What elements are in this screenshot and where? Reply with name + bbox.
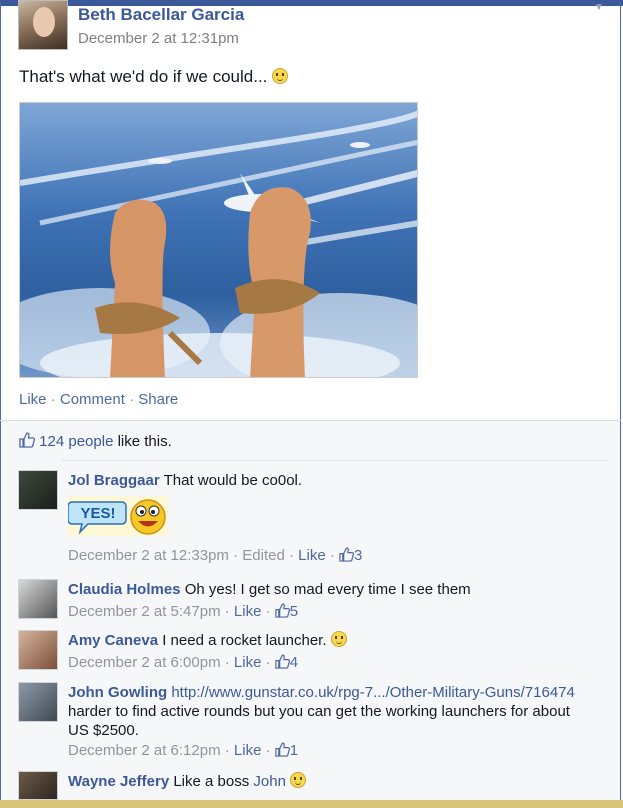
comment-text: Oh yes! I get so mad every time I see th… bbox=[184, 581, 471, 598]
comment-like-link[interactable]: Like bbox=[234, 654, 262, 671]
separator: · bbox=[50, 391, 56, 408]
comment-text: harder to find active rounds but you can… bbox=[68, 703, 570, 739]
thumbs-up-icon bbox=[275, 742, 290, 757]
comment-like-count[interactable]: 1 bbox=[290, 742, 298, 759]
comment-link[interactable]: Comment bbox=[60, 391, 125, 408]
author-avatar[interactable] bbox=[18, 0, 68, 50]
share-link[interactable]: Share bbox=[138, 391, 178, 408]
comment-text: I need a rocket launcher. bbox=[162, 632, 327, 649]
commenter-avatar[interactable] bbox=[18, 470, 58, 510]
commenter-avatar[interactable] bbox=[18, 682, 58, 722]
comment-like-link[interactable]: Like bbox=[298, 547, 326, 564]
commenter-avatar[interactable] bbox=[18, 771, 58, 800]
thumbs-up-icon bbox=[275, 603, 290, 618]
comment-text: That would be co0ol. bbox=[163, 472, 303, 489]
comment-like-link[interactable]: Like bbox=[234, 742, 262, 759]
commenter-name[interactable]: Claudia Holmes bbox=[68, 581, 181, 598]
commenter-name[interactable]: Wayne Jeffery bbox=[68, 773, 169, 790]
separator: · bbox=[129, 391, 135, 408]
svg-text:YES!: YES! bbox=[80, 505, 115, 522]
divider bbox=[62, 460, 607, 461]
smile-emoji-icon bbox=[290, 772, 307, 788]
comment-like-count[interactable]: 4 bbox=[290, 654, 298, 671]
likes-suffix: like this. bbox=[117, 433, 172, 450]
comment-time[interactable]: December 2 at 6:12pm bbox=[68, 742, 221, 759]
thumbs-up-icon bbox=[19, 432, 35, 448]
bottom-border bbox=[0, 800, 623, 808]
commenter-name[interactable]: John Gowling bbox=[68, 684, 167, 701]
commenter-name[interactable]: Jol Braggaar bbox=[68, 472, 160, 489]
mention-link[interactable]: John bbox=[253, 773, 286, 790]
yes-sticker-icon: YES! bbox=[68, 496, 168, 536]
comment-time[interactable]: December 2 at 5:47pm bbox=[68, 603, 221, 620]
comment-like-count[interactable]: 5 bbox=[290, 603, 298, 620]
thumbs-up-icon bbox=[275, 654, 290, 669]
comment-like-count[interactable]: 3 bbox=[354, 547, 362, 564]
comment-time[interactable]: December 2 at 6:00pm bbox=[68, 654, 221, 671]
comment-like-link[interactable]: Like bbox=[234, 603, 262, 620]
comment-url-link[interactable]: http://www.gunstar.co.uk/rpg-7.../Other-… bbox=[171, 684, 575, 701]
likes-summary: 124 people like this. bbox=[19, 432, 172, 450]
edited-label[interactable]: Edited bbox=[242, 547, 285, 564]
likes-count-link[interactable]: 124 people bbox=[39, 433, 113, 450]
frown-emoji-icon bbox=[272, 68, 289, 84]
commenter-avatar[interactable] bbox=[18, 630, 58, 670]
post-photo[interactable] bbox=[19, 102, 418, 378]
thumbs-up-icon bbox=[339, 547, 355, 562]
like-link[interactable]: Like bbox=[19, 391, 47, 408]
post-actions: Like · Comment · Share bbox=[19, 391, 178, 408]
post-author[interactable]: Beth Bacellar Garcia bbox=[78, 5, 244, 25]
post-timestamp[interactable]: December 2 at 12:31pm bbox=[78, 30, 239, 47]
post-text: That's what we'd do if we could... bbox=[19, 67, 289, 87]
post-text-content: That's what we'd do if we could... bbox=[19, 67, 268, 86]
chevron-down-icon[interactable]: ▼ bbox=[594, 2, 604, 13]
smile-emoji-icon bbox=[330, 631, 347, 647]
commenter-name[interactable]: Amy Caneva bbox=[68, 632, 158, 649]
commenter-avatar[interactable] bbox=[18, 579, 58, 619]
comment-text: Like a boss bbox=[173, 773, 250, 790]
comment-time[interactable]: December 2 at 12:33pm bbox=[68, 547, 229, 564]
